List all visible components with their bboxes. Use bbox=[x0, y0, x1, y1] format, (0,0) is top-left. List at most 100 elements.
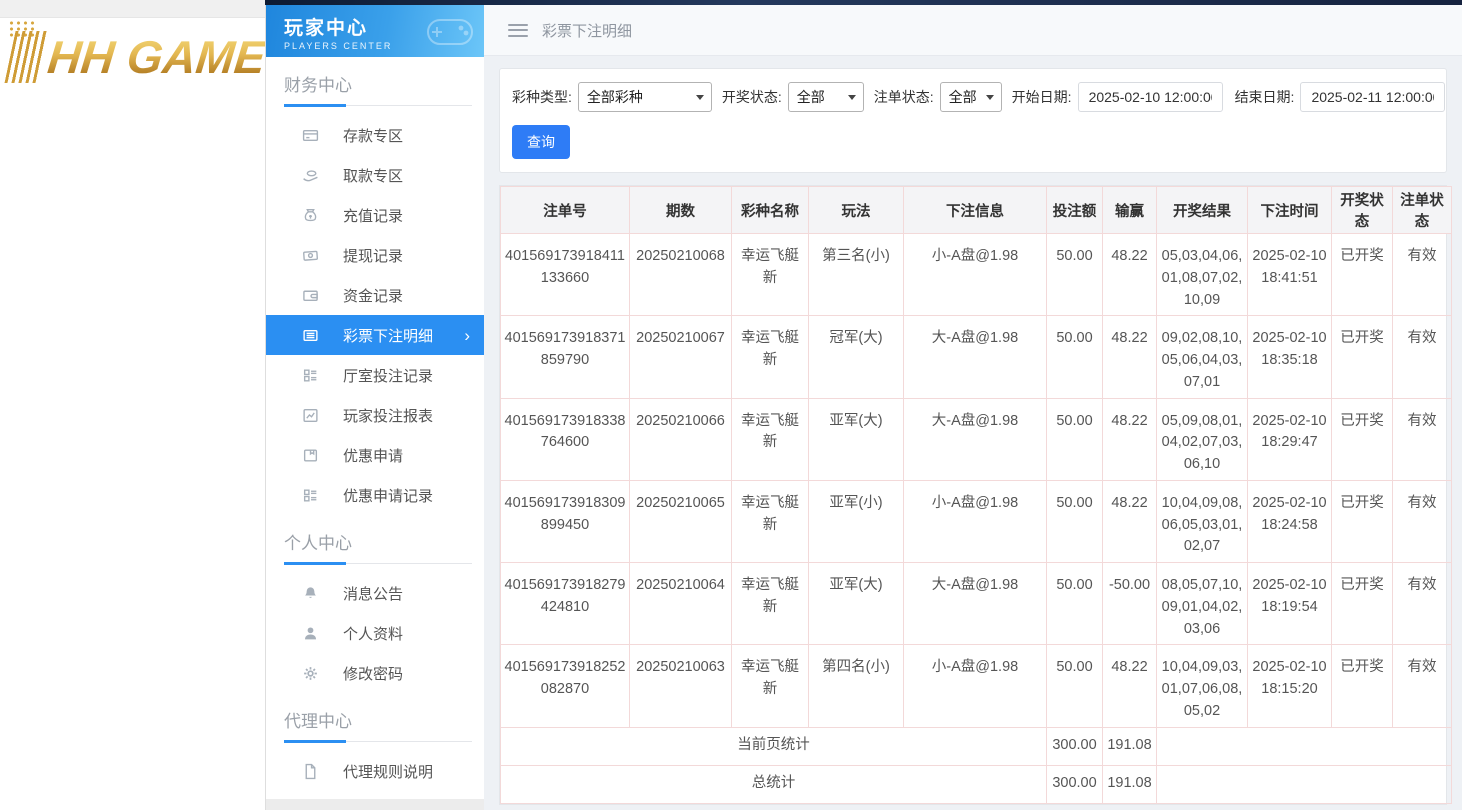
summary-winloss-total: 191.08 bbox=[1103, 727, 1157, 765]
coupon-icon bbox=[302, 447, 319, 464]
sidebar-item-label: 充值记录 bbox=[343, 205, 403, 226]
cell-bet-amount: 50.00 bbox=[1047, 480, 1103, 562]
cell-issue: 20250210063 bbox=[630, 645, 732, 727]
table-row: 401569173918371859790 20250210067 幸运飞艇新 … bbox=[501, 316, 1452, 398]
lottery-type-select[interactable]: 全部彩种 bbox=[579, 83, 711, 111]
cell-bet-time: 2025-02-10 18:35:18 bbox=[1248, 316, 1332, 398]
search-button[interactable]: 查询 bbox=[512, 125, 570, 159]
top-navy-strip bbox=[265, 0, 1462, 5]
draw-status-select[interactable]: 全部 bbox=[789, 83, 863, 111]
sidebar-section-personal: 个人中心 bbox=[284, 529, 472, 564]
cell-bet-amount: 50.00 bbox=[1047, 316, 1103, 398]
table-header-cell: 下注信息 bbox=[904, 187, 1047, 234]
sidebar-header: 玩家中心 PLAYERS CENTER bbox=[266, 5, 484, 57]
left-top-strip bbox=[0, 0, 265, 18]
summary-label: 总统计 bbox=[501, 765, 1047, 803]
sidebar-item-lottery-bet-details[interactable]: 彩票下注明细 › bbox=[266, 315, 484, 355]
news-icon bbox=[302, 803, 319, 810]
end-date-label: 结束日期: bbox=[1235, 87, 1295, 107]
order-status-label: 注单状态: bbox=[874, 87, 934, 107]
hand-money-icon bbox=[302, 167, 319, 184]
main-area: 彩种类型: 全部彩种 开奖状态: 全部 注单状态: 全部 开始日期: 结束日期: bbox=[484, 56, 1462, 810]
cell-bet-info: 小-A盘@1.98 bbox=[904, 645, 1047, 727]
table-header-cell: 下注时间 bbox=[1248, 187, 1332, 234]
sidebar-item-promo-apply-records[interactable]: 优惠申请记录 bbox=[266, 475, 484, 515]
table-row: 401569173918309899450 20250210065 幸运飞艇新 … bbox=[501, 480, 1452, 562]
sidebar-item-funds-records[interactable]: 资金记录 bbox=[266, 275, 484, 315]
person-icon bbox=[302, 625, 319, 642]
cell-bet-time: 2025-02-10 18:29:47 bbox=[1248, 398, 1332, 480]
sidebar-item-hall-bet-records[interactable]: 厅室投注记录 bbox=[266, 355, 484, 395]
table-header-cell: 玩法 bbox=[809, 187, 904, 234]
cell-order-status: 有效 bbox=[1393, 234, 1452, 316]
cell-bet-amount: 50.00 bbox=[1047, 234, 1103, 316]
page-root: HH GAME 玩家中心 PLAYERS CENTER 财务中心 存款专区 bbox=[0, 0, 1462, 810]
table-header-cell: 开奖结果 bbox=[1157, 187, 1248, 234]
topbar: 彩票下注明细 bbox=[484, 5, 1462, 56]
sidebar-item-announcements[interactable]: 消息公告 bbox=[266, 573, 484, 613]
list-grid-icon bbox=[302, 367, 319, 384]
cell-bet-time: 2025-02-10 18:15:20 bbox=[1248, 645, 1332, 727]
table-row: 401569173918252082870 20250210063 幸运飞艇新 … bbox=[501, 645, 1452, 727]
sidebar-item-withdraw-zone[interactable]: 取款专区 bbox=[266, 155, 484, 195]
table-header-cell: 注单号 bbox=[501, 187, 630, 234]
summary-row: 当前页统计 300.00 191.08 bbox=[501, 727, 1452, 765]
summary-winloss-total: 191.08 bbox=[1103, 765, 1157, 803]
sidebar-item-player-bet-report[interactable]: 玩家投注报表 bbox=[266, 395, 484, 435]
cell-play-type: 冠军(大) bbox=[809, 316, 904, 398]
summary-empty bbox=[1157, 727, 1452, 765]
start-date-input[interactable] bbox=[1078, 82, 1223, 112]
cell-order-id: 401569173918411133660 bbox=[501, 234, 630, 316]
end-date-input[interactable] bbox=[1300, 82, 1445, 112]
cell-bet-time: 2025-02-10 18:41:51 bbox=[1248, 234, 1332, 316]
cell-draw-status: 已开奖 bbox=[1332, 480, 1393, 562]
sidebar-item-label: 个人资料 bbox=[343, 623, 403, 644]
cell-play-type: 亚军(大) bbox=[809, 563, 904, 645]
table-header-cell: 投注额 bbox=[1047, 187, 1103, 234]
cell-bet-amount: 50.00 bbox=[1047, 645, 1103, 727]
cell-winloss: 48.22 bbox=[1103, 645, 1157, 727]
order-status-select-wrap: 全部 bbox=[940, 82, 1002, 112]
sidebar-item-deposit-zone[interactable]: 存款专区 bbox=[266, 115, 484, 155]
cell-bet-amount: 50.00 bbox=[1047, 398, 1103, 480]
cell-order-id: 401569173918252082870 bbox=[501, 645, 630, 727]
cell-play-type: 第三名(小) bbox=[809, 234, 904, 316]
card-icon bbox=[302, 127, 319, 144]
cell-lottery-name: 幸运飞艇新 bbox=[732, 480, 809, 562]
cell-bet-info: 大-A盘@1.98 bbox=[904, 398, 1047, 480]
cell-draw-status: 已开奖 bbox=[1332, 398, 1393, 480]
sidebar-item-recharge-records[interactable]: 充值记录 bbox=[266, 195, 484, 235]
sidebar-item-label: 资金记录 bbox=[343, 285, 403, 306]
hamburger-icon[interactable] bbox=[508, 24, 528, 37]
sidebar-item-profile[interactable]: 个人资料 bbox=[266, 613, 484, 653]
sidebar-item-change-password[interactable]: 修改密码 bbox=[266, 653, 484, 693]
sidebar-item-label: 优惠申请 bbox=[343, 445, 403, 466]
site-logo-area: HH GAME bbox=[0, 0, 265, 810]
sidebar-item-label: 彩票下注明细 bbox=[343, 325, 433, 346]
cell-issue: 20250210067 bbox=[630, 316, 732, 398]
sidebar-item-agent-rules[interactable]: 代理规则说明 bbox=[266, 751, 484, 791]
sidebar-agent-items: 代理规则说明 代理团队统计 bbox=[266, 751, 484, 810]
sidebar-item-withdrawal-records[interactable]: 提现记录 bbox=[266, 235, 484, 275]
table-header-row: 注单号期数彩种名称玩法下注信息投注额输赢开奖结果下注时间开奖状态注单状态 bbox=[501, 187, 1452, 234]
sidebar-section-finance: 财务中心 bbox=[284, 71, 472, 106]
sidebar-item-label: 消息公告 bbox=[343, 583, 403, 604]
order-status-select[interactable]: 全部 bbox=[941, 83, 1001, 111]
table-row: 401569173918338764600 20250210066 幸运飞艇新 … bbox=[501, 398, 1452, 480]
sidebar-item-promo-apply[interactable]: 优惠申请 bbox=[266, 435, 484, 475]
cell-draw-result: 10,04,09,08,06,05,03,01,02,07 bbox=[1157, 480, 1248, 562]
summary-empty bbox=[1157, 765, 1452, 803]
cell-order-id: 401569173918309899450 bbox=[501, 480, 630, 562]
sidebar-item-agent-team-stats[interactable]: 代理团队统计 bbox=[266, 791, 484, 810]
cell-order-id: 401569173918371859790 bbox=[501, 316, 630, 398]
cell-order-status: 有效 bbox=[1393, 398, 1452, 480]
gamepad-icon bbox=[424, 12, 476, 55]
sidebar-personal-items: 消息公告 个人资料 修改密码 bbox=[266, 573, 484, 693]
cell-draw-status: 已开奖 bbox=[1332, 234, 1393, 316]
cell-bet-info: 大-A盘@1.98 bbox=[904, 563, 1047, 645]
cell-draw-result: 05,09,08,01,04,02,07,03,06,10 bbox=[1157, 398, 1248, 480]
cell-play-type: 亚军(小) bbox=[809, 480, 904, 562]
summary-bet-total: 300.00 bbox=[1047, 727, 1103, 765]
start-date-label: 开始日期: bbox=[1012, 87, 1072, 107]
site-logo[interactable]: HH GAME bbox=[0, 18, 265, 96]
